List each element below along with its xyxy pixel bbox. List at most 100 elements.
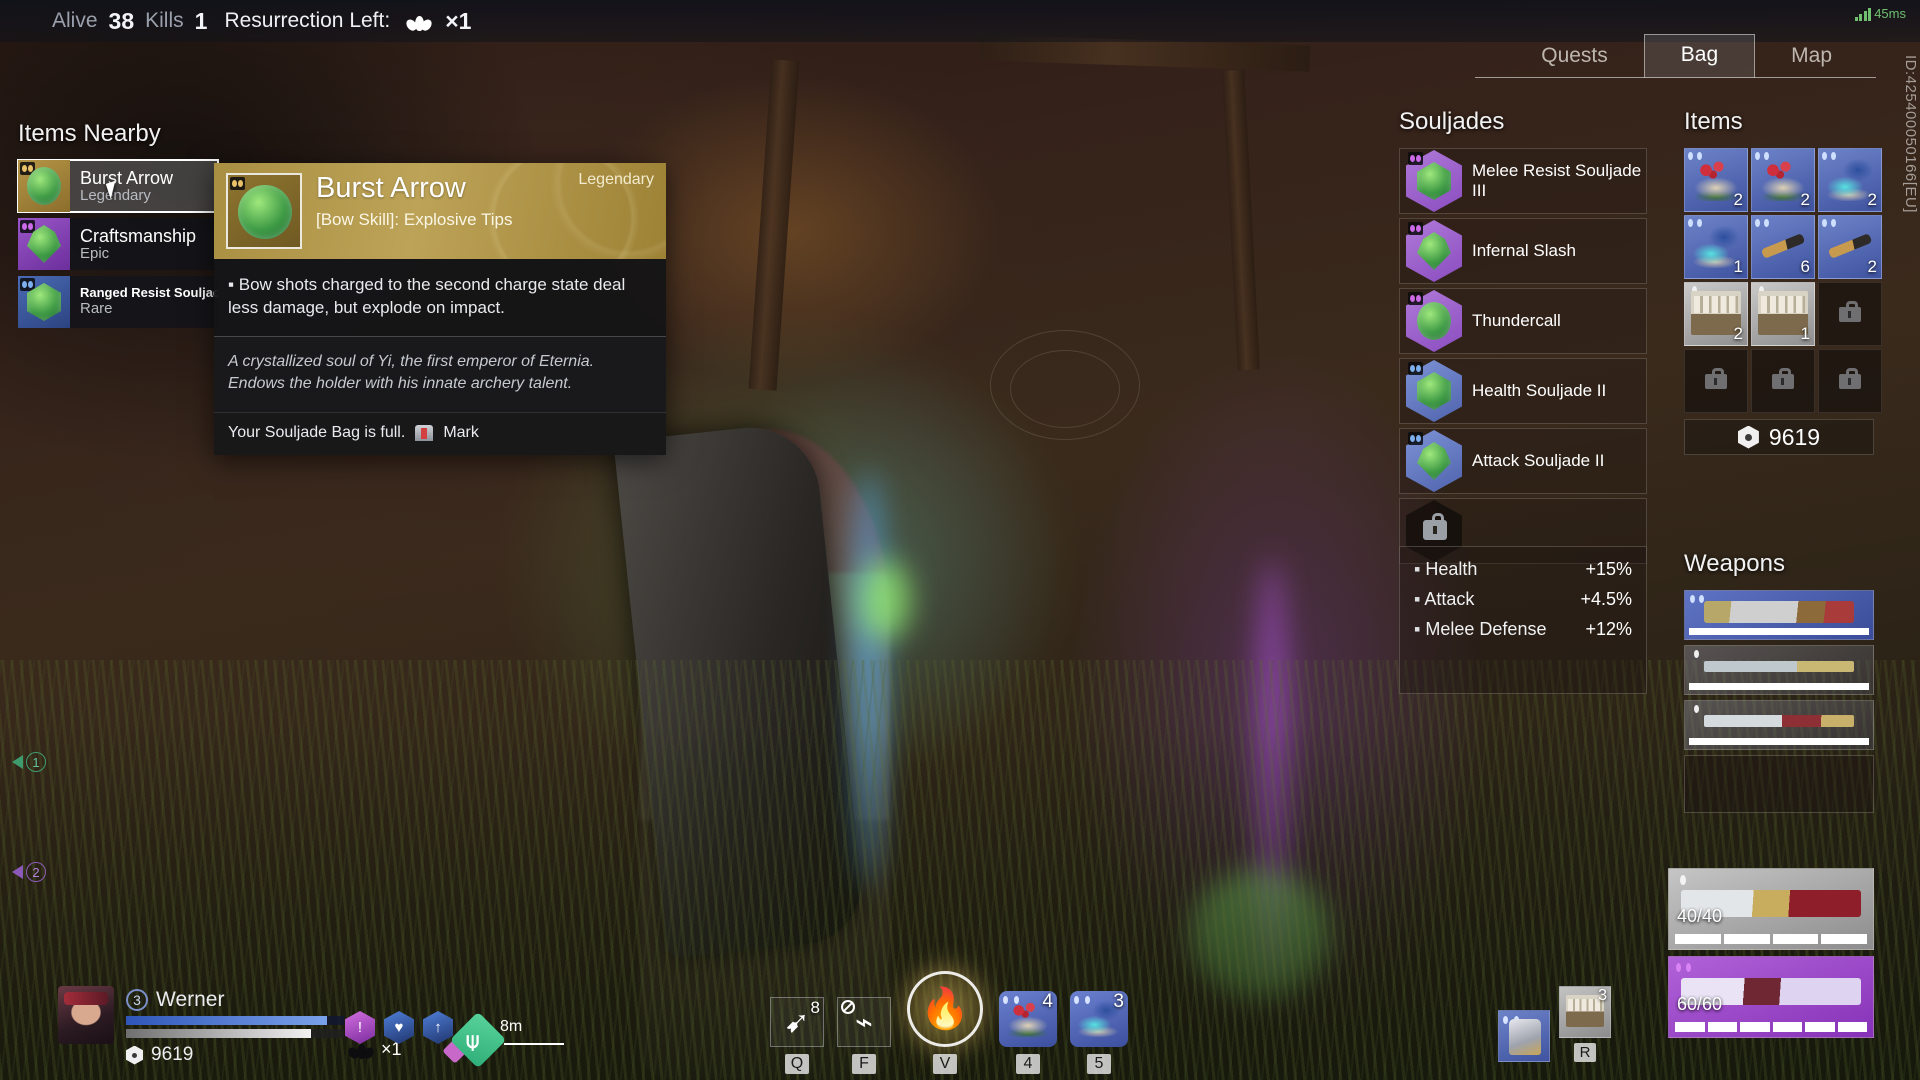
nearby-item-row[interactable]: Craftsmanship Epic bbox=[18, 218, 218, 270]
team-marker: 1 bbox=[12, 752, 46, 772]
item-cell[interactable]: 2 bbox=[1684, 282, 1748, 346]
rarity-pip-icon bbox=[230, 177, 245, 190]
souljade-name: Attack Souljade II bbox=[1472, 450, 1605, 470]
ultimate-slot[interactable]: 🔥 V bbox=[904, 971, 986, 1074]
item-cell[interactable]: 2 bbox=[1818, 215, 1882, 279]
item-quantity: 2 bbox=[1800, 190, 1810, 209]
weapon-slot[interactable] bbox=[1684, 700, 1874, 750]
ammo-count: 40/40 bbox=[1677, 906, 1723, 926]
mark-label[interactable]: Mark bbox=[443, 424, 479, 442]
cobweb-decor bbox=[1010, 350, 1120, 428]
souljade-name: Health Souljade II bbox=[1472, 380, 1607, 400]
item-cell[interactable]: 2 bbox=[1818, 148, 1882, 212]
lotus-icon bbox=[404, 14, 434, 32]
ammo-card[interactable]: 60/60 bbox=[1668, 956, 1874, 1038]
ammo-count: 60/60 bbox=[1677, 994, 1723, 1014]
weapon-durability-bar bbox=[1689, 683, 1869, 690]
kills-value: 1 bbox=[194, 7, 208, 34]
stat-row: Health +15% bbox=[1414, 559, 1632, 580]
ping-indicator: 45ms bbox=[1854, 6, 1906, 21]
skill-box[interactable]: ⌁ bbox=[837, 997, 891, 1047]
souljade-name: Infernal Slash bbox=[1472, 240, 1576, 260]
tab-map[interactable]: Map bbox=[1755, 36, 1868, 78]
tab-quests[interactable]: Quests bbox=[1505, 36, 1644, 78]
team-marker-number: 1 bbox=[26, 752, 46, 772]
weapons-panel: Weapons bbox=[1684, 550, 1874, 818]
item-icon bbox=[18, 276, 70, 328]
souljade-row[interactable]: Health Souljade II bbox=[1399, 358, 1647, 424]
rarity-pip-icon bbox=[1408, 152, 1423, 165]
item-cell[interactable]: 1 bbox=[1684, 215, 1748, 279]
avatar bbox=[58, 986, 114, 1044]
skill-box[interactable]: ➹ 8 bbox=[770, 997, 824, 1047]
souljade-row[interactable]: Infernal Slash bbox=[1399, 218, 1647, 284]
stat-value: +12% bbox=[1585, 619, 1632, 639]
quick-item-keybind: 5 bbox=[1087, 1054, 1111, 1074]
item-icon bbox=[18, 218, 70, 270]
rarity-pip-icon bbox=[1690, 705, 1704, 715]
weapon-slot-empty[interactable] bbox=[1684, 755, 1874, 813]
quick-item-box[interactable]: 3 bbox=[1070, 991, 1128, 1047]
souljade-slot-icon bbox=[1406, 430, 1462, 492]
crate-slot[interactable]: 3 R bbox=[1559, 986, 1611, 1062]
player-hud: 3 Werner 9619 ×1 bbox=[58, 986, 402, 1066]
lock-icon bbox=[1705, 368, 1727, 389]
buff-icons: ! ♥ ↑ bbox=[345, 1011, 453, 1044]
mana-bar bbox=[126, 1016, 344, 1025]
souljade-slot-icon bbox=[1406, 150, 1462, 212]
souljade-slot-icon bbox=[1406, 290, 1462, 352]
ammo-panel: 40/40 60/60 bbox=[1668, 868, 1874, 1044]
souljade-row[interactable]: Thundercall bbox=[1399, 288, 1647, 354]
ultimate-button[interactable]: 🔥 bbox=[907, 971, 983, 1047]
skill-slot-q[interactable]: ➹ 8 Q bbox=[770, 997, 824, 1074]
buff-attack-icon[interactable]: ↑ bbox=[423, 1011, 453, 1044]
currency-box: 9619 bbox=[1684, 419, 1874, 455]
rarity-pip-icon bbox=[20, 278, 35, 291]
nearby-item-row[interactable]: Ranged Resist Souljade II Rare bbox=[18, 276, 218, 328]
item-cell[interactable]: 1 bbox=[1751, 282, 1815, 346]
resurrection-count: ×1 bbox=[445, 7, 472, 34]
weapon-slot[interactable] bbox=[1684, 645, 1874, 695]
quick-item-slot[interactable]: 4 4 bbox=[999, 991, 1057, 1074]
item-cell[interactable]: 2 bbox=[1684, 148, 1748, 212]
currency-icon bbox=[1737, 425, 1759, 449]
rarity-pip-icon bbox=[1676, 875, 1691, 886]
quick-item-box[interactable]: 4 bbox=[999, 991, 1057, 1047]
item-cell-locked[interactable] bbox=[1818, 349, 1882, 413]
ammo-card[interactable]: 40/40 bbox=[1668, 868, 1874, 950]
ultimate-keybind: V bbox=[933, 1054, 957, 1074]
item-quantity: 2 bbox=[1733, 324, 1743, 343]
buff-health-icon[interactable]: ♥ bbox=[384, 1011, 414, 1044]
item-cell-locked[interactable] bbox=[1751, 349, 1815, 413]
crate-box[interactable]: 3 bbox=[1559, 986, 1611, 1038]
item-cell-locked[interactable] bbox=[1818, 282, 1882, 346]
compass-line bbox=[504, 1043, 564, 1045]
souljade-row[interactable]: Attack Souljade II bbox=[1399, 428, 1647, 494]
nearby-item-rarity: Epic bbox=[80, 244, 110, 262]
skill-slot-f[interactable]: ⌁ F bbox=[837, 997, 891, 1074]
weapon-slot[interactable] bbox=[1684, 590, 1874, 640]
items-title: Items bbox=[1684, 108, 1743, 135]
souljades-title: Souljades bbox=[1399, 108, 1505, 135]
item-cell[interactable]: 6 bbox=[1751, 215, 1815, 279]
tab-bag[interactable]: Bag bbox=[1643, 34, 1756, 78]
armor-box[interactable] bbox=[1498, 1010, 1550, 1062]
buff-shield-icon[interactable]: ! bbox=[345, 1011, 375, 1044]
tooltip-header: Burst Arrow [Bow Skill]: Explosive Tips … bbox=[214, 163, 666, 259]
weapon-durability-bar bbox=[1689, 738, 1869, 745]
panel-tabs: Quests Bag Map bbox=[1475, 34, 1876, 78]
item-quantity: 1 bbox=[1733, 257, 1743, 276]
rarity-pip-icon bbox=[1408, 362, 1423, 375]
ammo-segments bbox=[1675, 1022, 1867, 1032]
objective-distance: 8m bbox=[500, 1018, 523, 1035]
nearby-item-name: Craftsmanship bbox=[80, 225, 197, 246]
weapon-icon bbox=[1703, 661, 1855, 672]
item-cell[interactable]: 2 bbox=[1751, 148, 1815, 212]
green-plant-glow bbox=[1190, 870, 1330, 1000]
quick-item-slot[interactable]: 3 5 bbox=[1070, 991, 1128, 1074]
armor-slot[interactable] bbox=[1498, 1010, 1550, 1062]
nearby-item-row[interactable]: Burst Arrow Legendary bbox=[17, 159, 219, 213]
item-cell-locked[interactable] bbox=[1684, 349, 1748, 413]
souljade-row[interactable]: Melee Resist Souljade III bbox=[1399, 148, 1647, 214]
kills-label: Kills bbox=[145, 9, 184, 32]
